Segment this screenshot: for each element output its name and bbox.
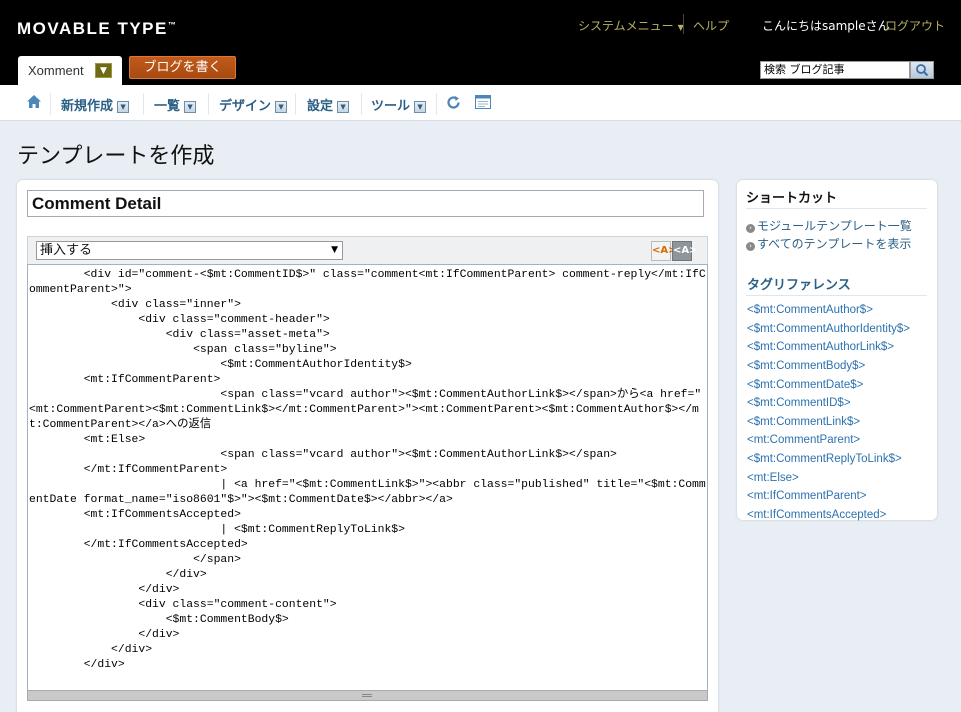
nav-create-label: 新規作成 [61, 99, 114, 114]
nav-divider [208, 93, 209, 115]
nav-list-menu[interactable]: 一覧 ▼ [154, 95, 197, 114]
movable-type-logo[interactable]: MOVABLE TYPE™ [17, 19, 177, 39]
nav-create-menu[interactable]: 新規作成 ▼ [61, 95, 130, 114]
nav-divider [295, 93, 296, 115]
editor-resize-handle[interactable] [27, 690, 708, 701]
chevron-down-icon: ▼ [275, 101, 288, 113]
nav-settings-menu[interactable]: 設定 ▼ [307, 95, 350, 114]
insert-select-value: 挿入する [40, 243, 93, 258]
template-name-input[interactable]: Comment Detail [27, 190, 704, 217]
tag-reference-link[interactable]: <$mt:CommentReplyToLink$> [747, 453, 902, 465]
tag-reference-link[interactable]: <$mt:CommentDate$> [747, 379, 863, 391]
plain-text-mode-icon[interactable]: <A> [651, 241, 677, 261]
top-header: MOVABLE TYPE™ システムメニュー ▼ ヘルプ こんにちはsampleさ… [0, 0, 961, 85]
shortcut-all-templates-link[interactable]: › すべてのテンプレートを表示 [746, 235, 911, 252]
nav-tools-label: ツール [371, 99, 411, 114]
blog-selector-tab[interactable]: Xomment ▼ [18, 56, 122, 85]
help-link[interactable]: ヘルプ [693, 17, 729, 34]
template-editor-panel: Comment Detail 挿入する ▼ <A> <A> <div id="c… [17, 180, 718, 712]
tag-reference-link[interactable]: <$mt:CommentBody$> [747, 360, 865, 372]
chevron-down-icon: ▼ [331, 245, 338, 255]
tag-reference-link[interactable]: <$mt:CommentAuthor$> [747, 304, 873, 316]
search-input[interactable]: 検索 ブログ記事 [760, 61, 910, 79]
insert-tag-select[interactable]: 挿入する ▼ [36, 241, 343, 260]
nav-divider [143, 93, 144, 115]
tag-reference-link[interactable]: <mt:IfCommentParent> [747, 490, 867, 502]
blog-name: Xomment [28, 63, 84, 78]
search-button[interactable] [910, 61, 934, 79]
nav-divider [361, 93, 362, 115]
chevron-down-icon: ▼ [337, 101, 350, 113]
blog-dropdown-icon[interactable]: ▼ [95, 63, 112, 78]
nav-design-label: デザイン [219, 99, 272, 114]
tag-reference-link[interactable]: <mt:IfCommentsAccepted> [747, 509, 886, 521]
chevron-down-icon: ▼ [184, 101, 197, 113]
trademark-mark: ™ [167, 20, 178, 30]
chevron-down-icon: ▼ [117, 101, 130, 113]
search-icon [916, 64, 929, 77]
system-menu-label: システムメニュー [578, 19, 674, 33]
template-code-editor[interactable]: <div id="comment-<$mt:CommentID$>" class… [27, 264, 708, 691]
page-title: テンプレートを作成 [17, 144, 215, 169]
logout-link[interactable]: ログアウト [885, 17, 945, 34]
system-menu-link[interactable]: システムメニュー ▼ [578, 17, 684, 34]
shortcut-label: モジュールテンプレート一覧 [757, 219, 912, 233]
shortcuts-title: ショートカット [746, 191, 838, 206]
nav-settings-label: 設定 [307, 99, 334, 114]
tag-reference-link[interactable]: <$mt:CommentAuthorIdentity$> [747, 323, 910, 335]
arrow-circle-icon: › [746, 242, 755, 251]
tag-reference-link[interactable]: <mt:CommentParent> [747, 434, 860, 446]
logo-text: MOVABLE TYPE [17, 19, 168, 38]
nav-divider [50, 93, 51, 115]
nav-list-label: 一覧 [154, 99, 181, 114]
syntax-highlight-mode-icon[interactable]: <A> [672, 241, 698, 261]
nav-tools-menu[interactable]: ツール ▼ [371, 95, 427, 114]
sidebar-divider [746, 208, 927, 209]
greeting-text: こんにちはsampleさん [762, 19, 890, 33]
sidebar-panel: ショートカット › モジュールテンプレート一覧 › すべてのテンプレートを表示 タグ… [737, 180, 937, 521]
home-icon[interactable] [26, 94, 42, 112]
editor-toolbar: 挿入する ▼ <A> <A> [27, 236, 708, 264]
tag-reference-link[interactable]: <$mt:CommentAuthorLink$> [747, 341, 894, 353]
view-site-icon[interactable] [475, 95, 491, 113]
write-entry-button[interactable]: ブログを書く [129, 56, 236, 79]
main-nav: 新規作成 ▼ 一覧 ▼ デザイン ▼ 設定 ▼ ツール ▼ [0, 85, 961, 121]
arrow-circle-icon: › [746, 224, 755, 233]
header-divider [683, 14, 684, 34]
shortcut-module-templates-link[interactable]: › モジュールテンプレート一覧 [746, 217, 912, 234]
tag-reference-title[interactable]: タグリファレンス [747, 274, 851, 293]
nav-design-menu[interactable]: デザイン ▼ [219, 95, 288, 114]
tag-reference-link[interactable]: <$mt:CommentLink$> [747, 416, 860, 428]
chevron-down-icon: ▼ [414, 101, 427, 113]
sidebar-divider [746, 295, 927, 296]
tag-reference-link[interactable]: <$mt:CommentID$> [747, 397, 851, 409]
grip-icon [362, 694, 372, 697]
shortcut-label: すべてのテンプレートを表示 [757, 237, 912, 251]
tag-reference-link[interactable]: <mt:Else> [747, 472, 799, 484]
refresh-icon[interactable] [446, 95, 461, 113]
nav-divider [436, 93, 437, 115]
